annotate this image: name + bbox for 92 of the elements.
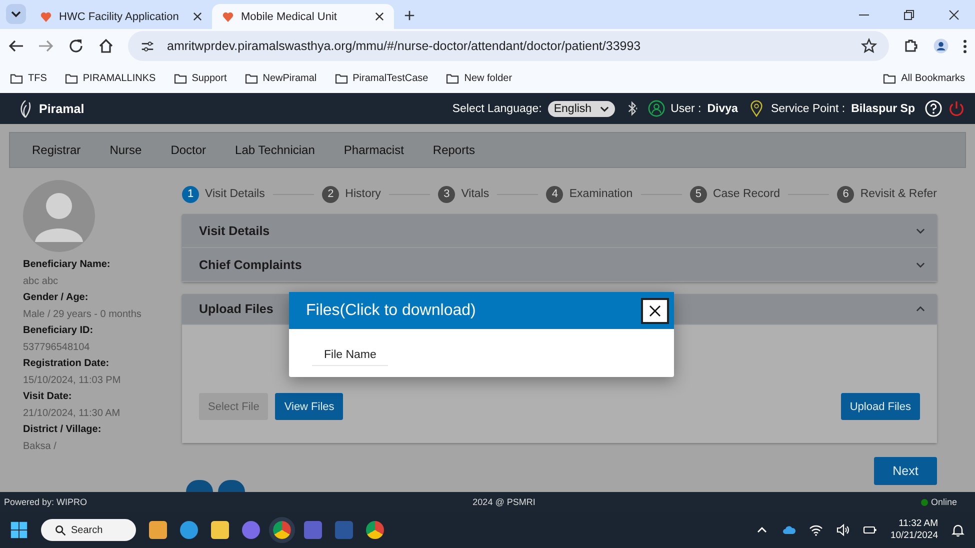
- field-label: Beneficiary ID:: [23, 324, 94, 338]
- field-label: Registration Date:: [23, 357, 110, 371]
- brand-name: Piramal: [39, 102, 84, 116]
- bookmark-link[interactable]: PiramalTestCase: [352, 72, 428, 84]
- close-icon: [649, 304, 661, 316]
- field-value: abc abc: [23, 274, 60, 288]
- round-action-icon[interactable]: [186, 480, 213, 492]
- forward-icon[interactable]: [38, 38, 54, 54]
- taskbar-clock[interactable]: 11:32 AM 10/21/2024: [890, 518, 938, 542]
- dialog-title: Files(Click to download): [306, 302, 476, 320]
- search-icon: [55, 524, 66, 536]
- role-tab[interactable]: Registrar: [32, 143, 94, 157]
- power-icon[interactable]: [948, 100, 965, 117]
- bell-icon[interactable]: [951, 523, 965, 537]
- reload-icon[interactable]: [68, 38, 84, 54]
- upload-files-button[interactable]: Upload Files: [840, 393, 920, 420]
- user-name: Divya: [707, 102, 738, 114]
- stepper-step[interactable]: 5 Case Record: [690, 186, 780, 202]
- leaf-logo-icon: [18, 98, 33, 118]
- field-label: Visit Date:: [23, 390, 73, 404]
- taskbar-search[interactable]: Search: [41, 519, 136, 541]
- role-tab[interactable]: Lab Technician: [235, 143, 328, 157]
- stepper-step[interactable]: 6 Revisit & Refer: [837, 186, 938, 202]
- copyright-text: 2024 @ PSMRI: [472, 497, 536, 507]
- field-value: 15/10/2024, 11:03 PM: [23, 374, 122, 388]
- bookmark-link[interactable]: PIRAMALLINKS: [82, 72, 156, 84]
- status-text: Online: [930, 497, 957, 507]
- stepper-step[interactable]: 4 Examination: [546, 186, 633, 202]
- browser-tab[interactable]: Mobile Medical Unit: [212, 4, 394, 29]
- language-select[interactable]: English: [548, 100, 615, 116]
- chevron-icon: [916, 228, 925, 234]
- chevron-icon: [916, 262, 925, 268]
- windows-start-icon[interactable]: [10, 521, 28, 539]
- speaker-icon[interactable]: [836, 523, 850, 537]
- accordion-header[interactable]: Visit Details: [182, 214, 937, 248]
- restore-icon[interactable]: [904, 10, 914, 20]
- view-files-button[interactable]: View Files: [275, 393, 344, 420]
- status-dot-icon: [920, 498, 928, 506]
- stepper-step[interactable]: 1 Visit Details: [182, 186, 265, 202]
- menu-icon[interactable]: [963, 38, 967, 54]
- star-icon[interactable]: [861, 38, 877, 54]
- avatar-placeholder: [23, 180, 95, 252]
- home-icon[interactable]: [98, 38, 114, 54]
- puzzle-icon[interactable]: [903, 38, 919, 54]
- tab-list-button[interactable]: [6, 4, 26, 24]
- field-value: 21/10/2024, 11:30 AM: [23, 406, 122, 420]
- bookmark-link[interactable]: Support: [192, 72, 227, 84]
- profile-icon[interactable]: [933, 38, 949, 54]
- stepper-step[interactable]: 3 Vitals: [438, 186, 490, 202]
- bookmark-link[interactable]: NewPiramal: [262, 72, 317, 84]
- wifi-icon[interactable]: [809, 523, 824, 537]
- service-point-name: Bilaspur Sp: [851, 102, 915, 114]
- browser-tab[interactable]: HWC Facility Application: [30, 4, 212, 29]
- heart-icon: [222, 10, 234, 22]
- bluetooth-icon[interactable]: [626, 101, 638, 116]
- back-icon[interactable]: [8, 38, 24, 54]
- close-icon[interactable]: [193, 12, 202, 21]
- close-icon[interactable]: [375, 12, 384, 21]
- role-tab[interactable]: Doctor: [170, 143, 220, 157]
- field-label: Gender / Age:: [23, 291, 90, 305]
- powered-by-text: Powered by: WIPRO: [4, 497, 88, 507]
- heart-icon: [40, 10, 52, 22]
- field-label: Beneficiary Name:: [23, 258, 112, 272]
- role-tab[interactable]: Nurse: [110, 143, 155, 157]
- next-button[interactable]: Next: [874, 457, 937, 485]
- user-icon: [648, 100, 665, 117]
- role-tab[interactable]: Reports: [432, 143, 488, 157]
- close-button[interactable]: [641, 298, 669, 324]
- bookmark-link[interactable]: TFS: [28, 72, 47, 84]
- close-icon[interactable]: [949, 10, 959, 20]
- field-value: Baksa /: [23, 440, 58, 454]
- user-label: User :: [670, 102, 702, 114]
- sliders-icon[interactable]: [140, 38, 155, 54]
- role-tab[interactable]: Pharmacist: [344, 143, 417, 157]
- all-bookmarks-link[interactable]: All Bookmarks: [901, 72, 965, 84]
- field-value: Male / 29 years - 0 months: [23, 308, 142, 322]
- field-label: District / Village:: [23, 423, 102, 437]
- new-tab-icon[interactable]: [404, 10, 415, 21]
- language-label: Select Language:: [452, 102, 542, 114]
- stepper-step[interactable]: 2 History: [322, 186, 381, 202]
- column-header: File Name: [312, 344, 388, 366]
- address-bar[interactable]: amritwprdev.piramalswasthya.org/mmu/#/nurse-doctor/attendant/doctor/patient/33993: [128, 31, 889, 61]
- chevron-icon: [916, 306, 925, 312]
- round-action-icon[interactable]: [218, 480, 245, 492]
- cloud-icon[interactable]: [782, 523, 796, 537]
- service-point-label: Service Point :: [770, 102, 846, 114]
- field-value: 537796548104: [23, 340, 91, 354]
- caret-icon: [600, 106, 609, 112]
- help-icon[interactable]: [925, 100, 942, 117]
- accordion-header[interactable]: Chief Complaints: [182, 248, 937, 282]
- location-pin-icon: [748, 100, 765, 117]
- bookmark-link[interactable]: New folder: [464, 72, 512, 84]
